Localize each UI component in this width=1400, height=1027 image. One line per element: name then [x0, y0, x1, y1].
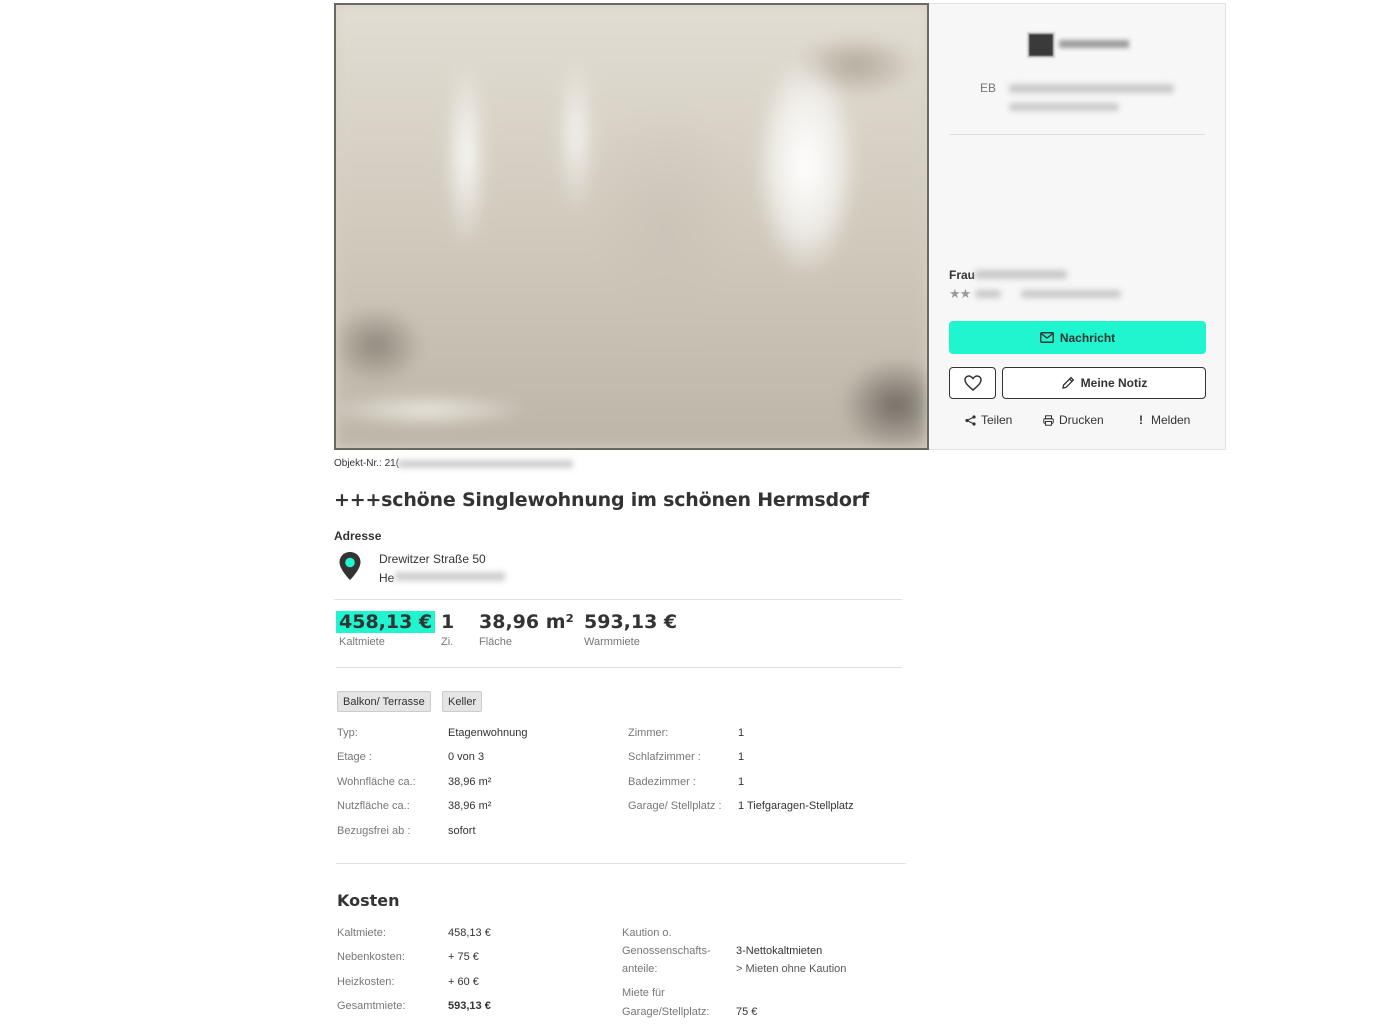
map-pin-icon [339, 552, 361, 580]
address-city-blurred [395, 572, 505, 581]
cost-label: Nebenkosten: [337, 951, 405, 963]
attr-label: Schlafzimmer : [628, 751, 701, 763]
tag-balcony: Balkon/ Terrasse [337, 691, 431, 712]
report-label: Melden [1151, 413, 1191, 427]
attr-value: 0 von 3 [448, 751, 485, 763]
area-value: 38,96 m² [479, 611, 574, 633]
report-action[interactable]: ! Melden [1136, 413, 1190, 427]
agency-address-blurred [1009, 103, 1119, 111]
attr-label: Typ: [337, 727, 358, 739]
attr-label: Bezugsfrei ab : [337, 825, 411, 837]
address-label: Adresse [334, 529, 382, 543]
warmmiete-value: 593,13 € [584, 611, 678, 633]
attr-value: 1 [738, 727, 745, 739]
print-icon [1043, 414, 1054, 426]
attr-value: Etagenwohnung [448, 727, 528, 739]
rating-count-blurred [1021, 290, 1121, 298]
attr-label: Zimmer: [628, 727, 669, 739]
attr-label: Wohnfläche ca.: [337, 776, 416, 788]
deposit-label-line1: Kaution o. [622, 927, 672, 939]
note-button-label: Meine Notiz [1080, 376, 1148, 390]
kaltmiete-label: Kaltmiete [339, 636, 385, 648]
attr-value: 38,96 m² [448, 800, 492, 812]
report-icon: ! [1139, 413, 1143, 427]
envelope-icon [1039, 332, 1054, 343]
cost-label: Gesamtmiete: [337, 1000, 406, 1012]
divider [336, 667, 902, 668]
attr-label: Garage/ Stellplatz : [628, 800, 722, 812]
print-label: Drucken [1059, 413, 1104, 427]
key-value-area: 38,96 m² Fläche [479, 611, 574, 648]
garage-rent-label-line1: Miete für [622, 987, 665, 999]
cost-value: + 60 € [448, 976, 479, 988]
message-button-label: Nachricht [1059, 330, 1116, 345]
divider [336, 863, 906, 864]
warmmiete-label: Warmmiete [584, 636, 640, 648]
attr-label: Nutzfläche ca.: [337, 800, 410, 812]
share-icon [965, 414, 976, 426]
attr-value: 38,96 m² [448, 776, 492, 788]
contact-salutation: Frau [949, 268, 976, 282]
object-number-blurred [398, 460, 573, 468]
cost-value: + 75 € [448, 951, 479, 963]
attr-value: 1 [738, 751, 745, 763]
divider [334, 599, 902, 600]
rating-value-blurred [975, 290, 1001, 298]
costs-title: Kosten [337, 891, 400, 910]
print-action[interactable]: Drucken [1043, 413, 1104, 427]
contact-divider [949, 134, 1205, 135]
no-deposit-link[interactable]: > Mieten ohne Kaution [736, 960, 846, 978]
key-value-rooms: 1 Zi. [441, 611, 454, 648]
contact-panel: EB Frau ★★ Nachricht Meine Notiz Teilen … [929, 3, 1226, 450]
object-number: Objekt-Nr.: 21( [334, 458, 400, 469]
attr-value: 1 Tiefgaragen-Stellplatz [738, 800, 854, 812]
area-label: Fläche [479, 636, 513, 648]
garage-rent-value: 75 € [736, 1006, 758, 1018]
deposit-label-line2: Genossenschafts- [622, 945, 711, 957]
agency-logo [1027, 32, 1055, 58]
agency-name-blurred [1009, 84, 1174, 93]
favorite-button[interactable] [949, 367, 996, 399]
agency-logo-text-blurred [1059, 40, 1129, 48]
message-button[interactable]: Nachricht [949, 321, 1206, 354]
address-street[interactable]: Drewitzer Straße 50 [379, 552, 486, 566]
share-label: Teilen [981, 413, 1013, 427]
cost-label: Heizkosten: [337, 976, 395, 988]
rating-stars: ★★ [949, 286, 971, 301]
attr-label: Badezimmer : [628, 776, 696, 788]
tag-cellar: Keller [442, 691, 483, 712]
contact-name-blurred [975, 270, 1067, 279]
agency-name: EB [980, 81, 997, 95]
rooms-value: 1 [441, 611, 455, 633]
listing-photo[interactable] [334, 3, 929, 450]
address-city[interactable]: He [379, 571, 394, 585]
attr-value: sofort [448, 825, 476, 837]
garage-rent-label-line2: Garage/Stellplatz: [622, 1006, 710, 1018]
page-title: +++schöne Singlewohnung im schönen Herms… [334, 489, 869, 511]
attr-value: 1 [738, 776, 745, 788]
kaltmiete-value: 458,13 € [336, 611, 436, 633]
attr-label: Etage : [337, 751, 372, 763]
cost-total-value: 593,13 € [448, 1000, 491, 1012]
cost-value: 458,13 € [448, 927, 491, 939]
deposit-label-line3: anteile: [622, 963, 658, 975]
note-button[interactable]: Meine Notiz [1002, 367, 1206, 399]
key-value-warmmiete: 593,13 € Warmmiete [584, 611, 677, 648]
rooms-label: Zi. [441, 636, 454, 648]
cost-label: Kaltmiete: [337, 927, 386, 939]
share-action[interactable]: Teilen [965, 413, 1012, 427]
heart-icon [963, 375, 982, 391]
pencil-icon [1061, 376, 1074, 389]
photo-blurred-content [336, 5, 927, 448]
deposit-value: 3-Nettokaltmieten [736, 945, 823, 957]
key-value-kaltmiete: 458,13 € Kaltmiete [336, 611, 436, 648]
